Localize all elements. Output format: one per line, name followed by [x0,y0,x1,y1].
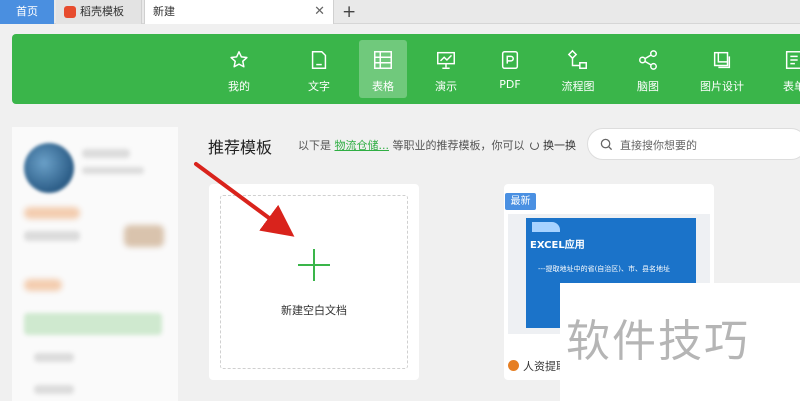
tool-mine[interactable]: 我的 [215,40,263,98]
watermark: 软件技巧 [560,283,800,401]
thumbnail-subtitle: ---提取地址中的省(自治区)、市、县名地址 [538,265,671,273]
tool-label: 脑图 [637,80,659,93]
annotation-arrow [194,162,295,237]
docer-logo-icon [64,6,76,18]
flowchart-icon [567,49,587,69]
new-blank-document-label: 新建空白文档 [281,304,347,317]
tab-new-label: 新建 [153,5,175,18]
tab-templates-label: 稻壳模板 [80,5,124,18]
blurred-image [124,225,164,247]
thumbnail-decoration [532,222,560,232]
occupation-link[interactable]: 物流仓储... [335,139,390,152]
blurred-menu-item[interactable] [34,353,74,362]
tab-templates[interactable]: 稻壳模板 [56,0,142,24]
tool-spreadsheet[interactable]: 表格 [359,40,407,98]
close-icon[interactable]: ✕ [314,0,325,24]
presentation-icon [437,51,455,69]
tool-form[interactable]: 表单 [770,40,800,98]
refresh-button[interactable]: 换一换 [530,137,576,153]
tool-label: 图片设计 [700,80,744,93]
tab-bar: 首页 稻壳模板 新建 ✕ + [0,0,800,24]
add-tab-icon[interactable]: + [342,1,356,23]
star-icon [230,51,248,68]
tool-label: 流程图 [561,80,595,93]
blurred-badge [24,207,80,219]
tool-image-design[interactable]: 图片设计 [698,40,746,98]
avatar [24,143,74,193]
account-panel [12,127,178,401]
pdf-icon [501,51,519,69]
plus-icon [313,249,315,281]
tool-label: 表单 [783,80,800,93]
tool-label: PDF [499,78,521,91]
blurred-section-title [24,279,62,291]
tab-home[interactable]: 首页 [0,0,54,24]
blurred-menu-item[interactable] [34,385,74,394]
refresh-label: 换一换 [543,139,576,152]
hint-suffix: 等职业的推荐模板，你可以 [392,139,525,152]
hint-prefix: 以下是 [298,139,331,152]
document-type-toolbar: 我的 文字 表格 演示 PDF 流程图 脑图 图片设计 表单 [12,34,800,104]
tab-new[interactable]: 新建 ✕ [144,0,334,24]
new-badge: 最新 [505,193,536,210]
spreadsheet-icon [374,51,392,69]
blurred-username [82,149,130,158]
blurred-user-info [82,167,144,174]
mindmap-icon [639,50,657,70]
tool-label: 表格 [372,80,394,93]
tool-label: 文字 [308,80,330,93]
search-input[interactable] [620,135,790,155]
blurred-line [24,231,80,241]
recommendation-hint: 以下是 物流仓储... 等职业的推荐模板，你可以 [298,137,525,153]
tab-home-label: 首页 [16,5,38,18]
tool-label: 演示 [435,80,457,93]
search-box[interactable] [587,128,800,160]
image-design-icon [713,51,731,69]
thumbnail-title: EXCEL应用 [530,240,585,251]
tool-text[interactable]: 文字 [295,40,343,98]
template-name[interactable]: 人资提取 [508,358,567,374]
form-icon [785,51,800,69]
tool-label: 我的 [228,80,250,93]
blurred-menu-item[interactable] [24,313,162,335]
tool-pdf[interactable]: PDF [486,40,534,98]
tool-presentation[interactable]: 演示 [422,40,470,98]
template-type-icon [508,360,519,371]
refresh-icon [530,141,539,150]
tool-flowchart[interactable]: 流程图 [554,40,602,98]
tool-mindmap[interactable]: 脑图 [624,40,672,98]
search-icon [600,138,613,151]
document-icon [311,51,327,69]
watermark-text: 软件技巧 [566,316,750,367]
page-title: 推荐模板 [208,138,273,157]
